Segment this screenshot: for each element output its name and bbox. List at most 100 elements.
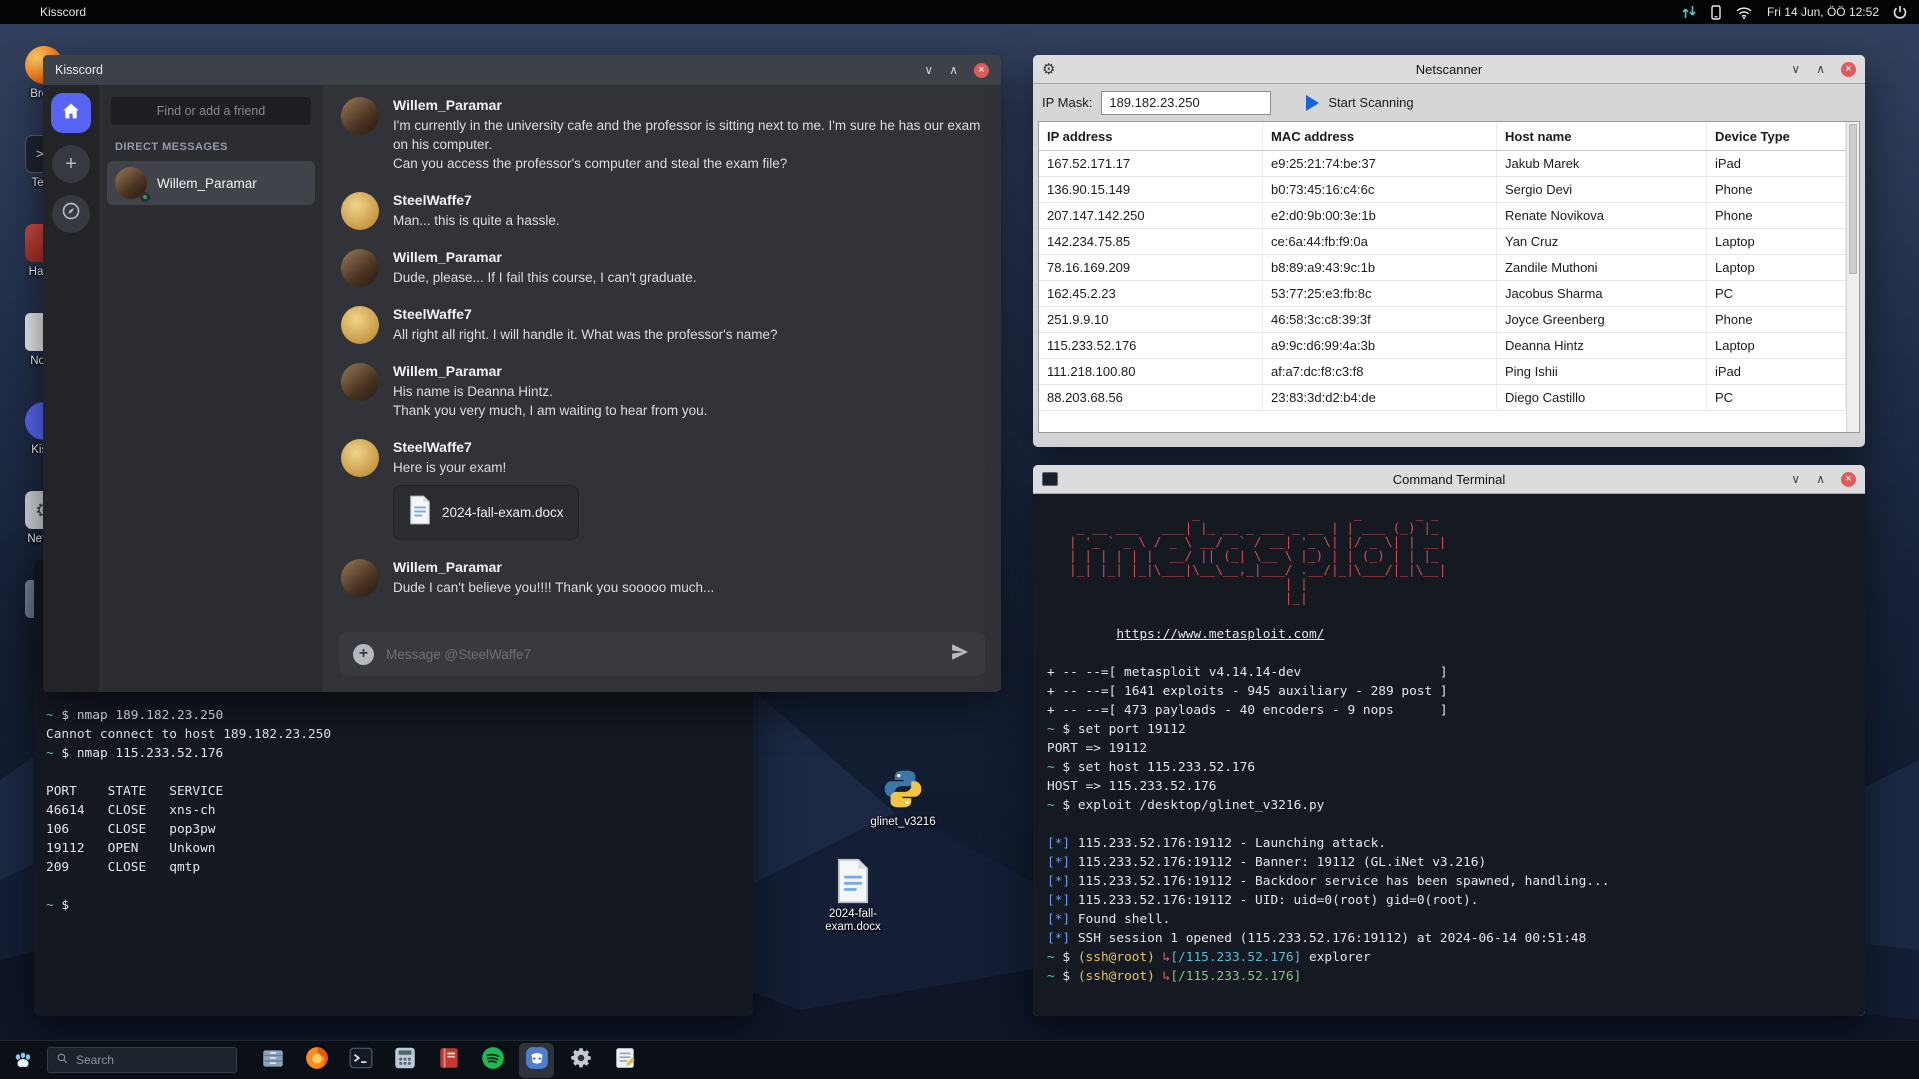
netscanner-titlebar[interactable]: ⚙ Netscanner ∨ ∧ × (1033, 55, 1865, 84)
file-attachment[interactable]: 2024-fall-exam.docx (393, 485, 579, 540)
column-header[interactable]: MAC address (1263, 122, 1497, 150)
taskbar-app-terminal[interactable] (343, 1043, 378, 1078)
ascii-art-line: | '_ ` _ \ / _ \ __/ _` / __| '_ \| |/ _… (1069, 535, 1447, 550)
kisscord-titlebar[interactable]: Kisscord ∨ ∧ × (43, 55, 1001, 85)
terminal-line: ~ $ (ssh@root) ↳[/115.233.52.176] explor… (1047, 950, 1371, 965)
dm-section-header: DIRECT MESSAGES (115, 141, 228, 153)
phone-icon[interactable] (1711, 4, 1721, 20)
message-text: Dude I can't believe you!!!! Thank you s… (393, 580, 715, 595)
cell: Ping Ishii (1497, 359, 1707, 384)
send-icon[interactable] (949, 641, 971, 668)
device-row[interactable]: 162.45.2.23 53:77:25:e3:fb:8c Jacobus Shar… (1039, 281, 1846, 307)
ip-mask-input[interactable]: 189.182.23.250 (1101, 90, 1272, 115)
cell: Diego Castillo (1497, 385, 1707, 410)
power-icon[interactable] (1893, 5, 1907, 19)
column-header[interactable]: Host name (1497, 122, 1707, 150)
terminal-output: https://www.metasploit.com/ + -- --=[ me… (1047, 606, 1851, 986)
taskbar-search-input[interactable]: Search (47, 1047, 237, 1073)
terminal-line: PORT STATE SERVICE (46, 784, 224, 799)
start-menu-button[interactable] (9, 1046, 37, 1074)
close-icon[interactable]: × (1841, 61, 1856, 77)
taskbar-app-kisscord[interactable] (519, 1042, 554, 1078)
device-row[interactable]: 251.9.9.10 46:58:3c:c8:39:3f Joyce Greenbe… (1039, 307, 1846, 333)
device-row[interactable]: 207.147.142.250 e2:d0:9b:00:3e:1b Renate N… (1039, 203, 1846, 229)
terminal-body[interactable]: _ _ _ _ _ __ ___ ___| |_ __ _ ___ _ __ |… (1033, 494, 1865, 1016)
search-icon (56, 1052, 69, 1068)
taskbar-app-firefox[interactable] (299, 1043, 334, 1078)
dm-item-willem[interactable]: Willem_Paramar (107, 161, 315, 205)
file-label: glinet_v3216 (870, 816, 936, 828)
cell: 162.45.2.23 (1039, 281, 1263, 306)
rolldown-icon[interactable]: ∨ (924, 64, 933, 76)
terminal-line: ~ $ exploit /desktop/glinet_v3216.py (1047, 798, 1325, 813)
spotify-icon (480, 1045, 506, 1076)
taskbar-app-settings[interactable] (563, 1043, 598, 1078)
taskbar-app-spotify[interactable] (475, 1043, 510, 1078)
column-header[interactable]: Device Type (1707, 122, 1846, 150)
wifi-icon[interactable] (1735, 6, 1753, 19)
cell: b0:73:45:16:c4:6c (1263, 177, 1497, 202)
network-traffic-icon[interactable] (1681, 5, 1697, 19)
desktop-icon-glinet-script[interactable]: glinet_v3216 (858, 766, 948, 829)
device-row[interactable]: 88.203.68.56 23:83:3d:d2:b4:de Diego Casti… (1039, 385, 1846, 411)
add-server-button[interactable]: + (52, 145, 90, 183)
terminal-line: Cannot connect to host 189.182.23.250 (46, 727, 332, 742)
taskbar: Search (0, 1040, 1919, 1079)
close-icon[interactable]: × (974, 62, 989, 78)
home-button[interactable] (51, 93, 91, 133)
rollup-icon[interactable]: ∧ (1816, 63, 1825, 75)
taskbar-app-notes[interactable] (607, 1043, 642, 1078)
close-icon[interactable]: × (1841, 471, 1856, 487)
ascii-art-line: _ __ ___ ___| |_ __ _ ___ _ __ | | ___ (… (1069, 521, 1439, 536)
rollup-icon[interactable]: ∧ (949, 64, 958, 76)
rolldown-icon[interactable]: ∨ (1791, 63, 1800, 75)
scrollbar-thumb[interactable] (1849, 124, 1857, 274)
taskbar-app-reader[interactable] (431, 1043, 466, 1078)
terminal-line: 209 CLOSE qmtp (46, 860, 201, 875)
message-text: Dude, please... If I fail this course, I… (393, 270, 697, 285)
table-scrollbar[interactable] (1846, 122, 1859, 432)
friend-search-input[interactable]: Find or add a friend (111, 97, 311, 125)
terminal-line: + -- --=[ 473 payloads - 40 encoders - 9… (1047, 703, 1448, 718)
clock[interactable]: Fri 14 Jun, ÖÖ 12:52 (1767, 5, 1879, 19)
rollup-icon[interactable]: ∧ (1816, 473, 1825, 485)
start-scanning-button[interactable]: Start Scanning (1296, 92, 1423, 114)
avatar (341, 249, 379, 287)
message-input[interactable]: + Message @SteelWaffe7 (339, 632, 985, 676)
chat-message: Willem_Paramar Dude, please... If I fail … (341, 249, 983, 287)
calculator-icon (392, 1045, 418, 1076)
cell: 46:58:3c:c8:39:3f (1263, 307, 1497, 332)
terminal-line: ~ $ (ssh@root) ↳[/115.233.52.176] (1047, 969, 1302, 984)
cell: b8:89:a9:43:9c:1b (1263, 255, 1497, 280)
device-row[interactable]: 111.218.100.80 af:a7:dc:f8:c3:f8 Ping Ishi… (1039, 359, 1846, 385)
taskbar-app-file-manager[interactable] (255, 1043, 290, 1078)
ascii-art-line: |_| (1069, 591, 1308, 606)
file-manager-icon (260, 1045, 286, 1076)
terminal-line: + -- --=[ metasploit v4.14.14-dev ] (1047, 665, 1448, 680)
message-text: His name is Deanna Hintz. (393, 384, 553, 399)
cell: a9:9c:d6:99:4a:3b (1263, 333, 1497, 358)
device-row[interactable]: 142.234.75.85 ce:6a:44:fb:f9:0a Yan Cruz La… (1039, 229, 1846, 255)
desktop-icon-exam-docx[interactable]: 2024-fall- exam.docx (810, 858, 896, 934)
terminal-line: [*] 115.233.52.176:19112 - Backdoor serv… (1047, 874, 1610, 889)
terminal-line: ~ $ nmap 189.182.23.250 (46, 708, 224, 723)
taskbar-app-calculator[interactable] (387, 1043, 422, 1078)
cell: 53:77:25:e3:fb:8c (1263, 281, 1497, 306)
message-author: Willem_Paramar (393, 363, 502, 379)
terminal-line: ~ $ (46, 898, 70, 913)
device-row[interactable]: 78.16.169.209 b8:89:a9:43:9c:1b Zandile Mu… (1039, 255, 1846, 281)
chat-message: SteelWaffe7 Here is your exam! 2024-fall-e… (341, 439, 983, 540)
message-author: SteelWaffe7 (393, 306, 472, 322)
search-placeholder: Search (76, 1053, 115, 1067)
device-row[interactable]: 115.233.52.176 a9:9c:d6:99:4a:3b Deanna Hi… (1039, 333, 1846, 359)
cell: Laptop (1707, 229, 1846, 254)
attach-icon[interactable]: + (353, 643, 374, 665)
gear-icon[interactable]: ⚙ (1042, 60, 1055, 78)
paw-logo-icon (15, 1052, 31, 1067)
column-header[interactable]: IP address (1039, 122, 1263, 150)
explore-button[interactable] (52, 195, 90, 233)
terminal-titlebar[interactable]: Command Terminal ∨ ∧ × (1033, 465, 1865, 494)
device-row[interactable]: 167.52.171.17 e9:25:21:74:be:37 Jakub Mare… (1039, 151, 1846, 177)
device-row[interactable]: 136.90.15.149 b0:73:45:16:c4:6c Sergio Dev… (1039, 177, 1846, 203)
rolldown-icon[interactable]: ∨ (1791, 473, 1800, 485)
